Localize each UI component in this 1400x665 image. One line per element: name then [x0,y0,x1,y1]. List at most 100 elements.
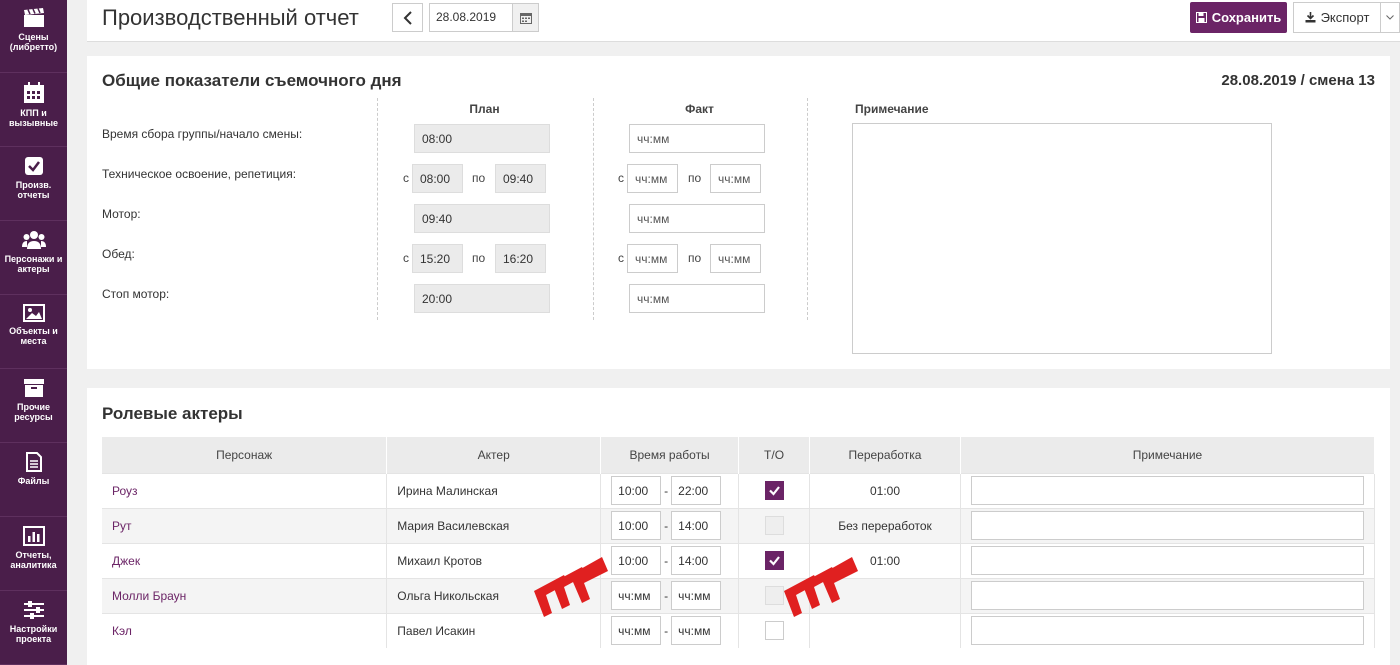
character-name[interactable]: Молли Браун [102,577,388,613]
column-header-note: Примечание [960,437,1376,473]
actors-title: Ролевые актеры [102,404,243,423]
plan-stop-motor: 20:00 [414,284,550,313]
work-to-input[interactable]: 22:00 [671,476,722,505]
table-header-row: Персонаж Актер Время работы Т/О Перерабо… [102,437,1376,473]
character-name[interactable]: Роуз [102,472,388,508]
back-button[interactable] [392,3,423,32]
fact-rehearsal-to-input[interactable]: чч:мм [710,164,761,193]
sidebar-item-files[interactable]: Файлы [0,444,67,517]
sidebar-item-settings[interactable]: Настройки проекта [0,592,67,665]
to-cell [738,507,811,543]
to-checkbox[interactable] [764,551,784,570]
sidebar-item-characters[interactable]: Персонажи и актеры [0,222,67,295]
summary-title: Общие показатели съемочного дня [102,71,402,90]
sidebar-item-locations[interactable]: Объекты и места [0,296,67,369]
work-time-cell: чч:мм - чч:мм [600,612,740,648]
divider [593,98,594,320]
dash: - [664,623,669,638]
to-checkbox[interactable] [764,516,784,535]
sidebar-item-schedule[interactable]: КПП и вызывные [0,74,67,147]
plan-rehearsal-from: 08:00 [412,164,463,193]
sidebar-item-label: Объекты и места [9,326,58,346]
fact-lunch-to-input[interactable]: чч:мм [710,244,761,273]
note-input[interactable] [970,616,1364,646]
work-time-cell: 10:00-22:00 [600,472,740,508]
export-dropdown-toggle[interactable] [1380,2,1400,33]
check-icon [768,486,780,496]
table-row: Роуз Ирина Малинская 10:00-22:00 01:00 [102,472,1376,508]
fact-call-time-input[interactable]: чч:мм [629,124,765,153]
fact-lunch-from-input[interactable]: чч:мм [627,244,678,273]
sidebar-item-label: Файлы [17,476,50,486]
fact-column-header: Факт [685,102,714,116]
row-label-motor: Мотор: [102,207,141,221]
sidebar-item-label: Сцены (либретто) [9,32,58,52]
note-cell [960,507,1376,543]
column-header-to: Т/О [738,437,811,473]
work-from-input[interactable]: 10:00 [611,546,662,575]
work-to-input[interactable]: 14:00 [671,546,722,575]
to-checkbox[interactable] [764,621,784,641]
fact-motor-input[interactable]: чч:мм [629,204,765,233]
column-header-work-time: Время работы [600,437,740,473]
work-to-input[interactable]: чч:мм [671,616,722,646]
work-to-input[interactable]: 14:00 [671,511,722,540]
calendar-icon [519,12,532,24]
sidebar-item-resources[interactable]: Прочие ресурсы [0,370,67,443]
summary-note-textarea[interactable] [852,123,1272,354]
dash: - [664,588,669,603]
to-checkbox[interactable] [764,586,784,605]
save-button[interactable]: Сохранить [1190,2,1287,33]
download-icon [1305,12,1316,23]
sidebar-item-scenes[interactable]: Сцены (либретто) [0,0,67,73]
note-input[interactable] [970,476,1364,505]
character-name[interactable]: Рут [102,507,388,543]
character-name[interactable]: Кэл [102,612,388,648]
page-title: Производственный отчет [102,5,359,30]
plan-rehearsal-to: 09:40 [495,164,546,193]
dash: - [664,518,669,533]
fact-rehearsal-from-input[interactable]: чч:мм [627,164,678,193]
actor-name: Мария Василевская [386,507,602,543]
save-button-label: Сохранить [1211,10,1282,25]
table-row: Молли Браун Ольга Никольская чч:мм - чч:мм [102,577,1376,613]
export-button-label: Экспорт [1320,10,1370,25]
checkbox-icon [24,157,43,175]
file-icon [25,452,42,472]
annotation-arrow-icon [534,557,608,617]
note-input[interactable] [970,581,1364,610]
note-cell [960,577,1376,613]
note-input[interactable] [970,511,1364,540]
work-from-input[interactable]: чч:мм [611,581,662,610]
export-button[interactable]: Экспорт [1293,2,1381,33]
from-label: с [403,171,409,185]
calendar-button[interactable] [512,3,539,32]
fact-stop-motor-input[interactable]: чч:мм [629,284,765,313]
character-name[interactable]: Джек [102,542,388,578]
bar-chart-icon [22,526,45,546]
work-from-input[interactable]: 10:00 [611,511,662,540]
sidebar-item-label: Персонажи и актеры [4,254,63,274]
table-row: Рут Мария Василевская 10:00-14:00 Без пе… [102,507,1376,543]
sidebar-item-label: Отчеты, аналитика [10,550,57,570]
row-label-rehearsal: Техническое освоение, репетиция: [102,167,297,181]
to-cell [738,472,811,508]
table-row: Кэл Павел Исакин чч:мм - чч:мм [102,612,1376,648]
clapperboard-icon [23,8,44,27]
actors-section: Ролевые актеры Персонаж Актер Время рабо… [87,388,1390,665]
sidebar-item-reports[interactable]: Произв. отчеты [0,148,67,221]
sidebar-item-analytics[interactable]: Отчеты, аналитика [0,518,67,591]
work-from-input[interactable]: чч:мм [611,616,662,646]
to-checkbox[interactable] [764,481,784,500]
note-input[interactable] [970,546,1364,575]
chevron-down-icon [1386,15,1394,20]
note-cell [960,612,1376,648]
image-icon [22,304,45,322]
plan-column-header: План [469,102,500,116]
floppy-disk-icon [1195,12,1207,23]
date-input[interactable]: 28.08.2019 [429,3,512,32]
sidebar-item-label: Произв. отчеты [15,180,52,200]
to-label: по [688,171,702,185]
work-from-input[interactable]: 10:00 [611,476,662,505]
work-to-input[interactable]: чч:мм [671,581,722,610]
